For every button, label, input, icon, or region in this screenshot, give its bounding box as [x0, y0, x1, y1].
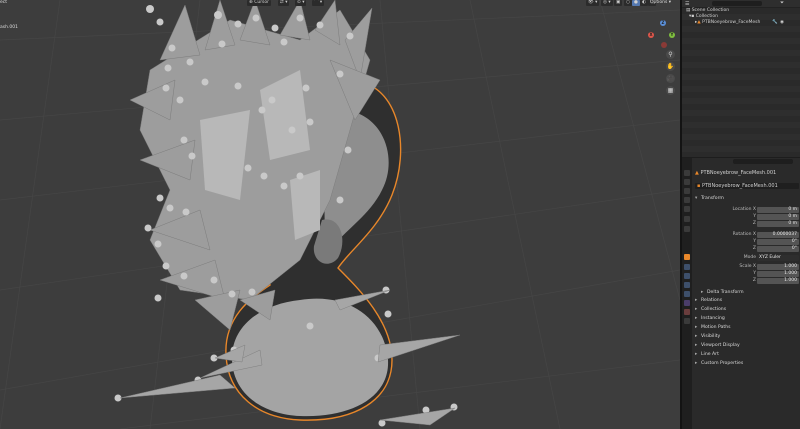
wireframe-shading-button[interactable]: ○ — [624, 0, 632, 6]
object-icon: ▪ — [697, 183, 702, 189]
cursor-tool-button[interactable]: ⊕ Cursor — [247, 0, 271, 6]
object-header: ▲ PTBNoeyebrow_FaceMesh.001 — [695, 170, 777, 176]
active-object-label: ash.001 — [0, 25, 18, 30]
outliner-header: ☰ ⏷ — [682, 0, 800, 8]
outliner-search-input[interactable] — [712, 1, 762, 6]
collection-tab-icon[interactable] — [684, 216, 690, 222]
tool-tab-icon[interactable] — [684, 160, 690, 166]
rotation-x-field[interactable]: 0.0000037 — [757, 231, 799, 238]
collections-panel[interactable]: ▸ Collections — [695, 306, 800, 313]
rotation-z-row: Z 0° — [752, 245, 799, 252]
scale-x-row: Scale X 1.000 — [739, 263, 799, 270]
line-art-panel[interactable]: ▸ Line Art — [695, 351, 800, 358]
location-x-field[interactable]: 0 m — [757, 206, 799, 213]
scale-y-field[interactable]: 1.000 — [757, 270, 799, 277]
outliner-editor-icon[interactable]: ☰ — [685, 1, 689, 7]
properties-panel: ▲ PTBNoeyebrow_FaceMesh.001 ▪ PTBNoeyebr… — [682, 158, 800, 429]
pivot-button[interactable]: ⊙ ▾ — [295, 0, 307, 6]
perspective-grid-icon[interactable]: ▦ — [666, 86, 675, 95]
xray-button[interactable]: ▣ — [614, 0, 623, 6]
navigation-gizmo[interactable]: Z X Y — [645, 20, 677, 50]
instancing-panel[interactable]: ▸ Instancing — [695, 315, 800, 322]
gizmo-z-axis[interactable]: Z — [660, 20, 666, 26]
expand-chevron-icon[interactable]: ▸ — [682, 20, 697, 25]
visibility-toggle[interactable]: 👁 ▾ — [586, 0, 600, 6]
properties-content: ▲ PTBNoeyebrow_FaceMesh.001 ▪ PTBNoeyebr… — [693, 158, 800, 429]
pan-hand-icon[interactable]: ✋ — [666, 62, 675, 71]
properties-search-input[interactable] — [733, 159, 793, 164]
filter-icon[interactable]: ⏷ — [780, 0, 784, 6]
texture-tab-icon[interactable] — [684, 226, 690, 232]
object-name-field[interactable]: ▪ PTBNoeyebrow_FaceMesh.001 — [695, 183, 799, 189]
zoom-icon[interactable]: ⚲ — [666, 50, 675, 59]
scale-z-field[interactable]: 1.000 — [757, 277, 799, 284]
data-tab-icon[interactable] — [684, 300, 690, 306]
scene-render[interactable] — [0, 0, 680, 429]
gizmo-neg-x-axis[interactable] — [661, 42, 667, 48]
camera-view-icon[interactable]: 🎥 — [666, 74, 675, 83]
gizmo-x-axis[interactable]: X — [648, 32, 654, 38]
motion-paths-panel[interactable]: ▸ Motion Paths — [695, 324, 800, 331]
rotation-mode-dropdown[interactable]: XYZ Euler — [757, 254, 799, 261]
render-tab-icon[interactable] — [684, 170, 690, 176]
world-tab-icon[interactable] — [684, 206, 690, 212]
expand-chevron-icon[interactable]: ▾ — [682, 14, 691, 19]
material-tab-icon[interactable] — [684, 309, 690, 315]
overlays-button[interactable]: ◎ ▾ — [601, 0, 613, 6]
gizmo-y-axis[interactable]: Y — [669, 32, 675, 38]
particles-tab-icon[interactable] — [684, 273, 690, 279]
location-z-field[interactable]: 0 m — [757, 220, 799, 227]
shader-fx-tab-icon[interactable] — [684, 318, 690, 324]
delta-transform-panel[interactable]: ▸ Delta Transform — [695, 289, 800, 296]
modifier-tab-icon[interactable] — [684, 264, 690, 270]
scale-x-field[interactable]: 1.000 — [757, 263, 799, 270]
view-layer-tab-icon[interactable] — [684, 188, 690, 194]
outliner-panel: ☰ ⏷ ▤ Scene Collection ▾▪ Collection ▸▲ … — [682, 0, 800, 157]
custom-properties-panel[interactable]: ▸ Custom Properties — [695, 360, 800, 367]
3d-viewport[interactable]: ect ⊕ Cursor ⇄ ▾ ⊙ ▾ ⌒ ▾ 👁 ▾ ◎ ▾ ▣ ○ ● ◐… — [0, 0, 680, 429]
viewport-header: ect ⊕ Cursor ⇄ ▾ ⊙ ▾ ⌒ ▾ 👁 ▾ ◎ ▾ ▣ ○ ● ◐… — [0, 0, 680, 8]
rotation-mode-row: Mode XYZ Euler — [693, 254, 800, 261]
relations-panel[interactable]: ▸ Relations — [695, 297, 800, 304]
scene-collection-icon: ▤ — [686, 8, 692, 13]
transform-orientation-button[interactable]: ⇄ ▾ — [278, 0, 290, 6]
transform-panel-header[interactable]: ▾ Transform — [695, 195, 800, 202]
rotation-z-field[interactable]: 0° — [757, 245, 799, 252]
object-tab-icon[interactable] — [684, 254, 690, 260]
visibility-panel[interactable]: ▸ Visibility — [695, 333, 800, 340]
scale-z-row: Z 1.000 — [752, 277, 799, 284]
output-tab-icon[interactable] — [684, 179, 690, 185]
mode-label-cropped: ect — [0, 0, 8, 5]
snap-button[interactable]: ⌒ ▾ — [312, 0, 325, 6]
rotation-x-row: Rotation X 0.0000037 — [732, 231, 799, 238]
constraints-tab-icon[interactable] — [684, 291, 690, 297]
location-y-row: Y 0 m — [753, 213, 799, 220]
location-y-field[interactable]: 0 m — [757, 213, 799, 220]
material-shading-button[interactable]: ◐ — [640, 0, 648, 6]
viewport-display-panel[interactable]: ▸ Viewport Display — [695, 342, 800, 349]
options-dropdown[interactable]: Options ▾ — [650, 0, 671, 6]
physics-tab-icon[interactable] — [684, 282, 690, 288]
scene-tab-icon[interactable] — [684, 197, 690, 203]
scale-y-row: Y 1.000 — [753, 270, 799, 277]
rotation-y-row: Y 0° — [753, 238, 799, 245]
location-z-row: Z 0 m — [752, 220, 799, 227]
location-x-row: Location X 0 m — [732, 206, 799, 213]
rotation-y-field[interactable]: 0° — [757, 238, 799, 245]
solid-shading-button[interactable]: ● — [632, 0, 640, 6]
properties-tabs — [682, 158, 692, 429]
